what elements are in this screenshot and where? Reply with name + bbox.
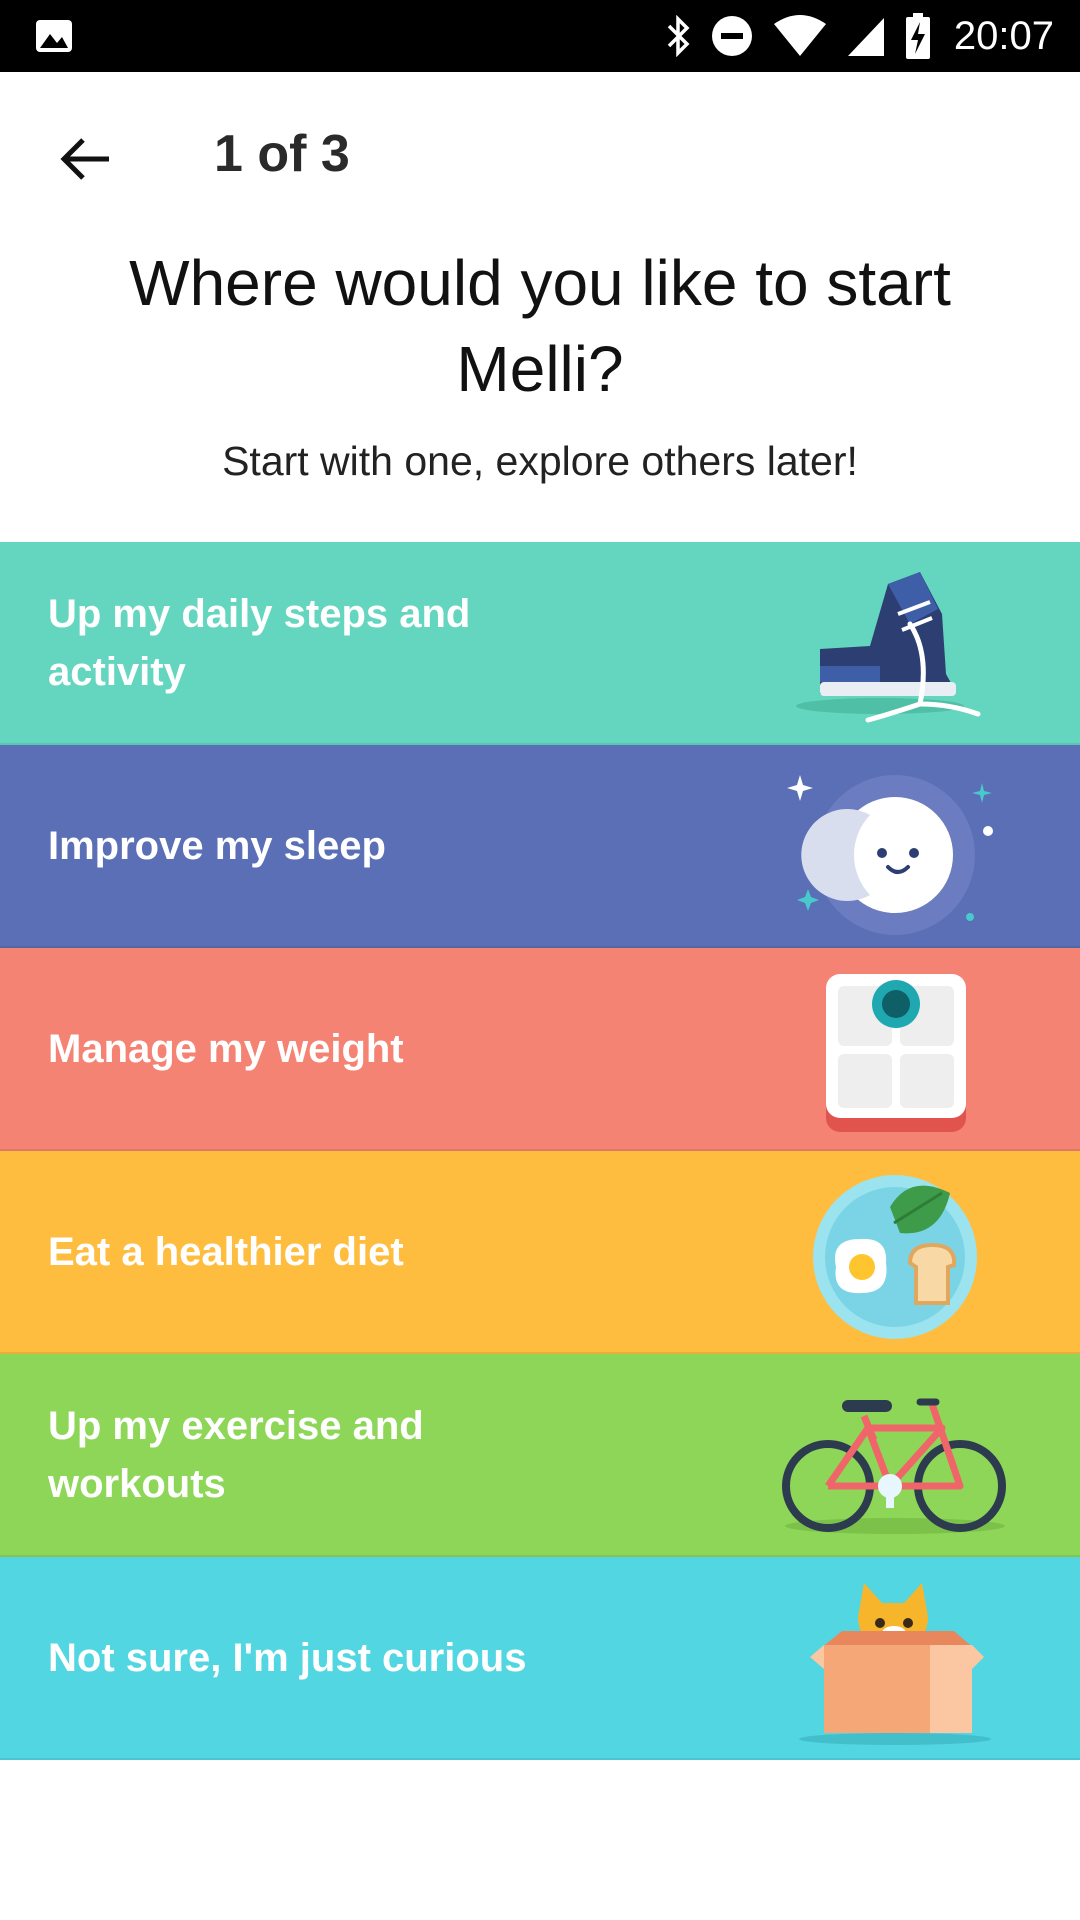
option-exercise[interactable]: Up my exercise and workouts [0, 1354, 1080, 1557]
scale-icon [770, 960, 1020, 1140]
option-curious[interactable]: Not sure, I'm just curious [0, 1557, 1080, 1760]
gallery-notification-icon [34, 18, 74, 54]
cellular-signal-icon [846, 14, 886, 58]
option-label: Eat a healthier diet [48, 1229, 404, 1274]
do-not-disturb-icon [710, 14, 754, 58]
status-time: 20:07 [953, 13, 1054, 58]
option-sleep[interactable]: Improve my sleep [0, 745, 1080, 948]
goal-options-list: Up my daily steps and activity Improve m… [0, 542, 1080, 1760]
option-diet[interactable]: Eat a healthier diet [0, 1151, 1080, 1354]
status-bar: 20:07 [0, 0, 1080, 72]
option-label: Up my exercise and workouts [48, 1403, 424, 1506]
page-title: Where would you like to start Melli? [129, 247, 951, 405]
plate-icon [770, 1163, 1020, 1343]
cat-box-icon [770, 1569, 1020, 1749]
option-label: Not sure, I'm just curious [48, 1635, 527, 1680]
bicycle-icon [770, 1366, 1020, 1546]
toolbar: 1 of 3 [0, 72, 1080, 240]
option-label: Manage my weight [48, 1026, 404, 1071]
battery-charging-icon [904, 12, 932, 60]
wifi-icon [772, 14, 828, 58]
option-steps-activity[interactable]: Up my daily steps and activity [0, 542, 1080, 745]
sneaker-icon [770, 554, 1020, 734]
moon-icon [770, 757, 1020, 937]
page-subtitle: Start with one, explore others later! [222, 438, 858, 484]
option-weight[interactable]: Manage my weight [0, 948, 1080, 1151]
arrow-left-icon [59, 137, 111, 186]
page-indicator: 1 of 3 [214, 125, 350, 183]
option-label: Up my daily steps and activity [48, 591, 471, 694]
bluetooth-icon [664, 15, 692, 57]
option-label: Improve my sleep [48, 823, 386, 868]
back-button[interactable] [46, 122, 124, 200]
